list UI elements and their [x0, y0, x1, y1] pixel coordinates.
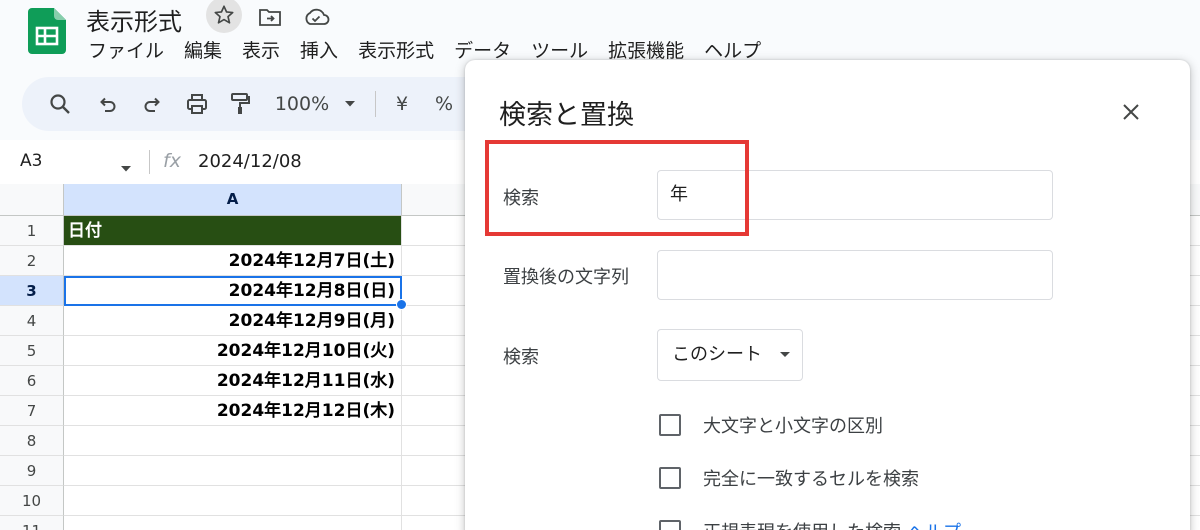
- match-case-option[interactable]: 大文字と小文字の区別: [659, 412, 883, 438]
- help-link[interactable]: ヘルプ: [907, 518, 961, 530]
- row-header[interactable]: 11: [0, 516, 64, 530]
- name-box-dropdown-icon[interactable]: [120, 158, 132, 177]
- scope-select[interactable]: このシート: [657, 329, 803, 381]
- zoom-value[interactable]: 100%: [272, 89, 332, 119]
- regex-label: 正規表現を使用した検索: [703, 518, 901, 530]
- cell-a4[interactable]: 2024年12月9日(月): [64, 306, 402, 336]
- sheets-window: 表示形式 ファイル 編集 表示 挿入 表示形式 データ ツール 拡張機能 ヘルプ: [0, 0, 1200, 530]
- regex-checkbox[interactable]: [659, 520, 681, 530]
- menu-insert[interactable]: 挿入: [300, 36, 338, 63]
- formula-divider: [149, 150, 150, 174]
- find-replace-dialog: 検索と置換 検索 年 置換後の文字列 検索 このシート 大文字と小文字の区別 完…: [465, 60, 1190, 530]
- menu-bar: ファイル 編集 表示 挿入 表示形式 データ ツール 拡張機能 ヘルプ: [88, 36, 781, 63]
- menu-extensions[interactable]: 拡張機能: [608, 36, 684, 63]
- move-folder-icon[interactable]: [252, 3, 288, 31]
- dialog-title: 検索と置換: [499, 100, 634, 131]
- select-all-corner[interactable]: [0, 184, 64, 216]
- undo-icon[interactable]: [94, 89, 122, 119]
- row-header[interactable]: 4: [0, 306, 64, 336]
- row-header[interactable]: 3: [0, 276, 64, 306]
- close-icon[interactable]: [1117, 98, 1145, 126]
- match-case-checkbox[interactable]: [659, 414, 681, 436]
- cell-a2[interactable]: 2024年12月7日(土): [64, 246, 402, 276]
- chevron-down-icon: [780, 352, 790, 357]
- red-highlight-box: [485, 140, 749, 236]
- print-icon[interactable]: [182, 89, 212, 119]
- match-case-label: 大文字と小文字の区別: [703, 416, 883, 437]
- cell-a1[interactable]: 日付: [64, 216, 402, 246]
- search-icon[interactable]: [46, 89, 74, 119]
- fill-handle[interactable]: [396, 299, 407, 310]
- cell-a6[interactable]: 2024年12月11日(水): [64, 366, 402, 396]
- match-entire-checkbox[interactable]: [659, 467, 681, 489]
- row-header[interactable]: 7: [0, 396, 64, 426]
- zoom-dropdown-icon[interactable]: [340, 89, 360, 119]
- regex-option[interactable]: 正規表現を使用した検索 ヘルプ: [659, 518, 961, 530]
- row-header[interactable]: 5: [0, 336, 64, 366]
- star-icon[interactable]: [206, 0, 242, 33]
- match-entire-option[interactable]: 完全に一致するセルを検索: [659, 465, 919, 491]
- row-header[interactable]: 6: [0, 366, 64, 396]
- cell-a3[interactable]: 2024年12月8日(日): [64, 276, 402, 306]
- name-box[interactable]: A3: [20, 151, 42, 171]
- row-header[interactable]: 10: [0, 486, 64, 516]
- sheets-logo-icon[interactable]: [28, 8, 66, 54]
- row-header[interactable]: 1: [0, 216, 64, 246]
- cell-a9[interactable]: [64, 456, 402, 486]
- fx-icon: fx: [163, 150, 181, 172]
- cell-a7[interactable]: 2024年12月12日(木): [64, 396, 402, 426]
- cell-a11[interactable]: [64, 516, 402, 530]
- cell-a5[interactable]: 2024年12月10日(火): [64, 336, 402, 366]
- menu-help[interactable]: ヘルプ: [704, 36, 761, 63]
- menu-tools[interactable]: ツール: [531, 36, 588, 63]
- match-entire-label: 完全に一致するセルを検索: [703, 469, 919, 490]
- currency-format-button[interactable]: ¥: [390, 89, 414, 119]
- menu-edit[interactable]: 編集: [184, 36, 222, 63]
- toolbar: 100% ¥ %: [22, 77, 492, 131]
- redo-icon[interactable]: [138, 89, 166, 119]
- row-header[interactable]: 8: [0, 426, 64, 456]
- column-header-a[interactable]: A: [64, 184, 402, 216]
- scope-value: このシート: [672, 344, 762, 365]
- menu-format[interactable]: 表示形式: [358, 36, 434, 63]
- row-header[interactable]: 2: [0, 246, 64, 276]
- scope-label: 検索: [503, 347, 539, 368]
- percent-format-button[interactable]: %: [432, 89, 456, 119]
- menu-data[interactable]: データ: [454, 36, 511, 63]
- toolbar-divider: [375, 91, 376, 117]
- formula-input[interactable]: 2024/12/08: [198, 151, 302, 172]
- paint-format-icon[interactable]: [226, 89, 254, 119]
- cell-a8[interactable]: [64, 426, 402, 456]
- row-header[interactable]: 9: [0, 456, 64, 486]
- cell-a10[interactable]: [64, 486, 402, 516]
- menu-file[interactable]: ファイル: [88, 36, 164, 63]
- replace-label: 置換後の文字列: [503, 267, 629, 288]
- menu-view[interactable]: 表示: [242, 36, 280, 63]
- replace-input[interactable]: [657, 250, 1053, 300]
- document-title[interactable]: 表示形式: [86, 2, 182, 37]
- cloud-saved-icon[interactable]: [298, 3, 334, 31]
